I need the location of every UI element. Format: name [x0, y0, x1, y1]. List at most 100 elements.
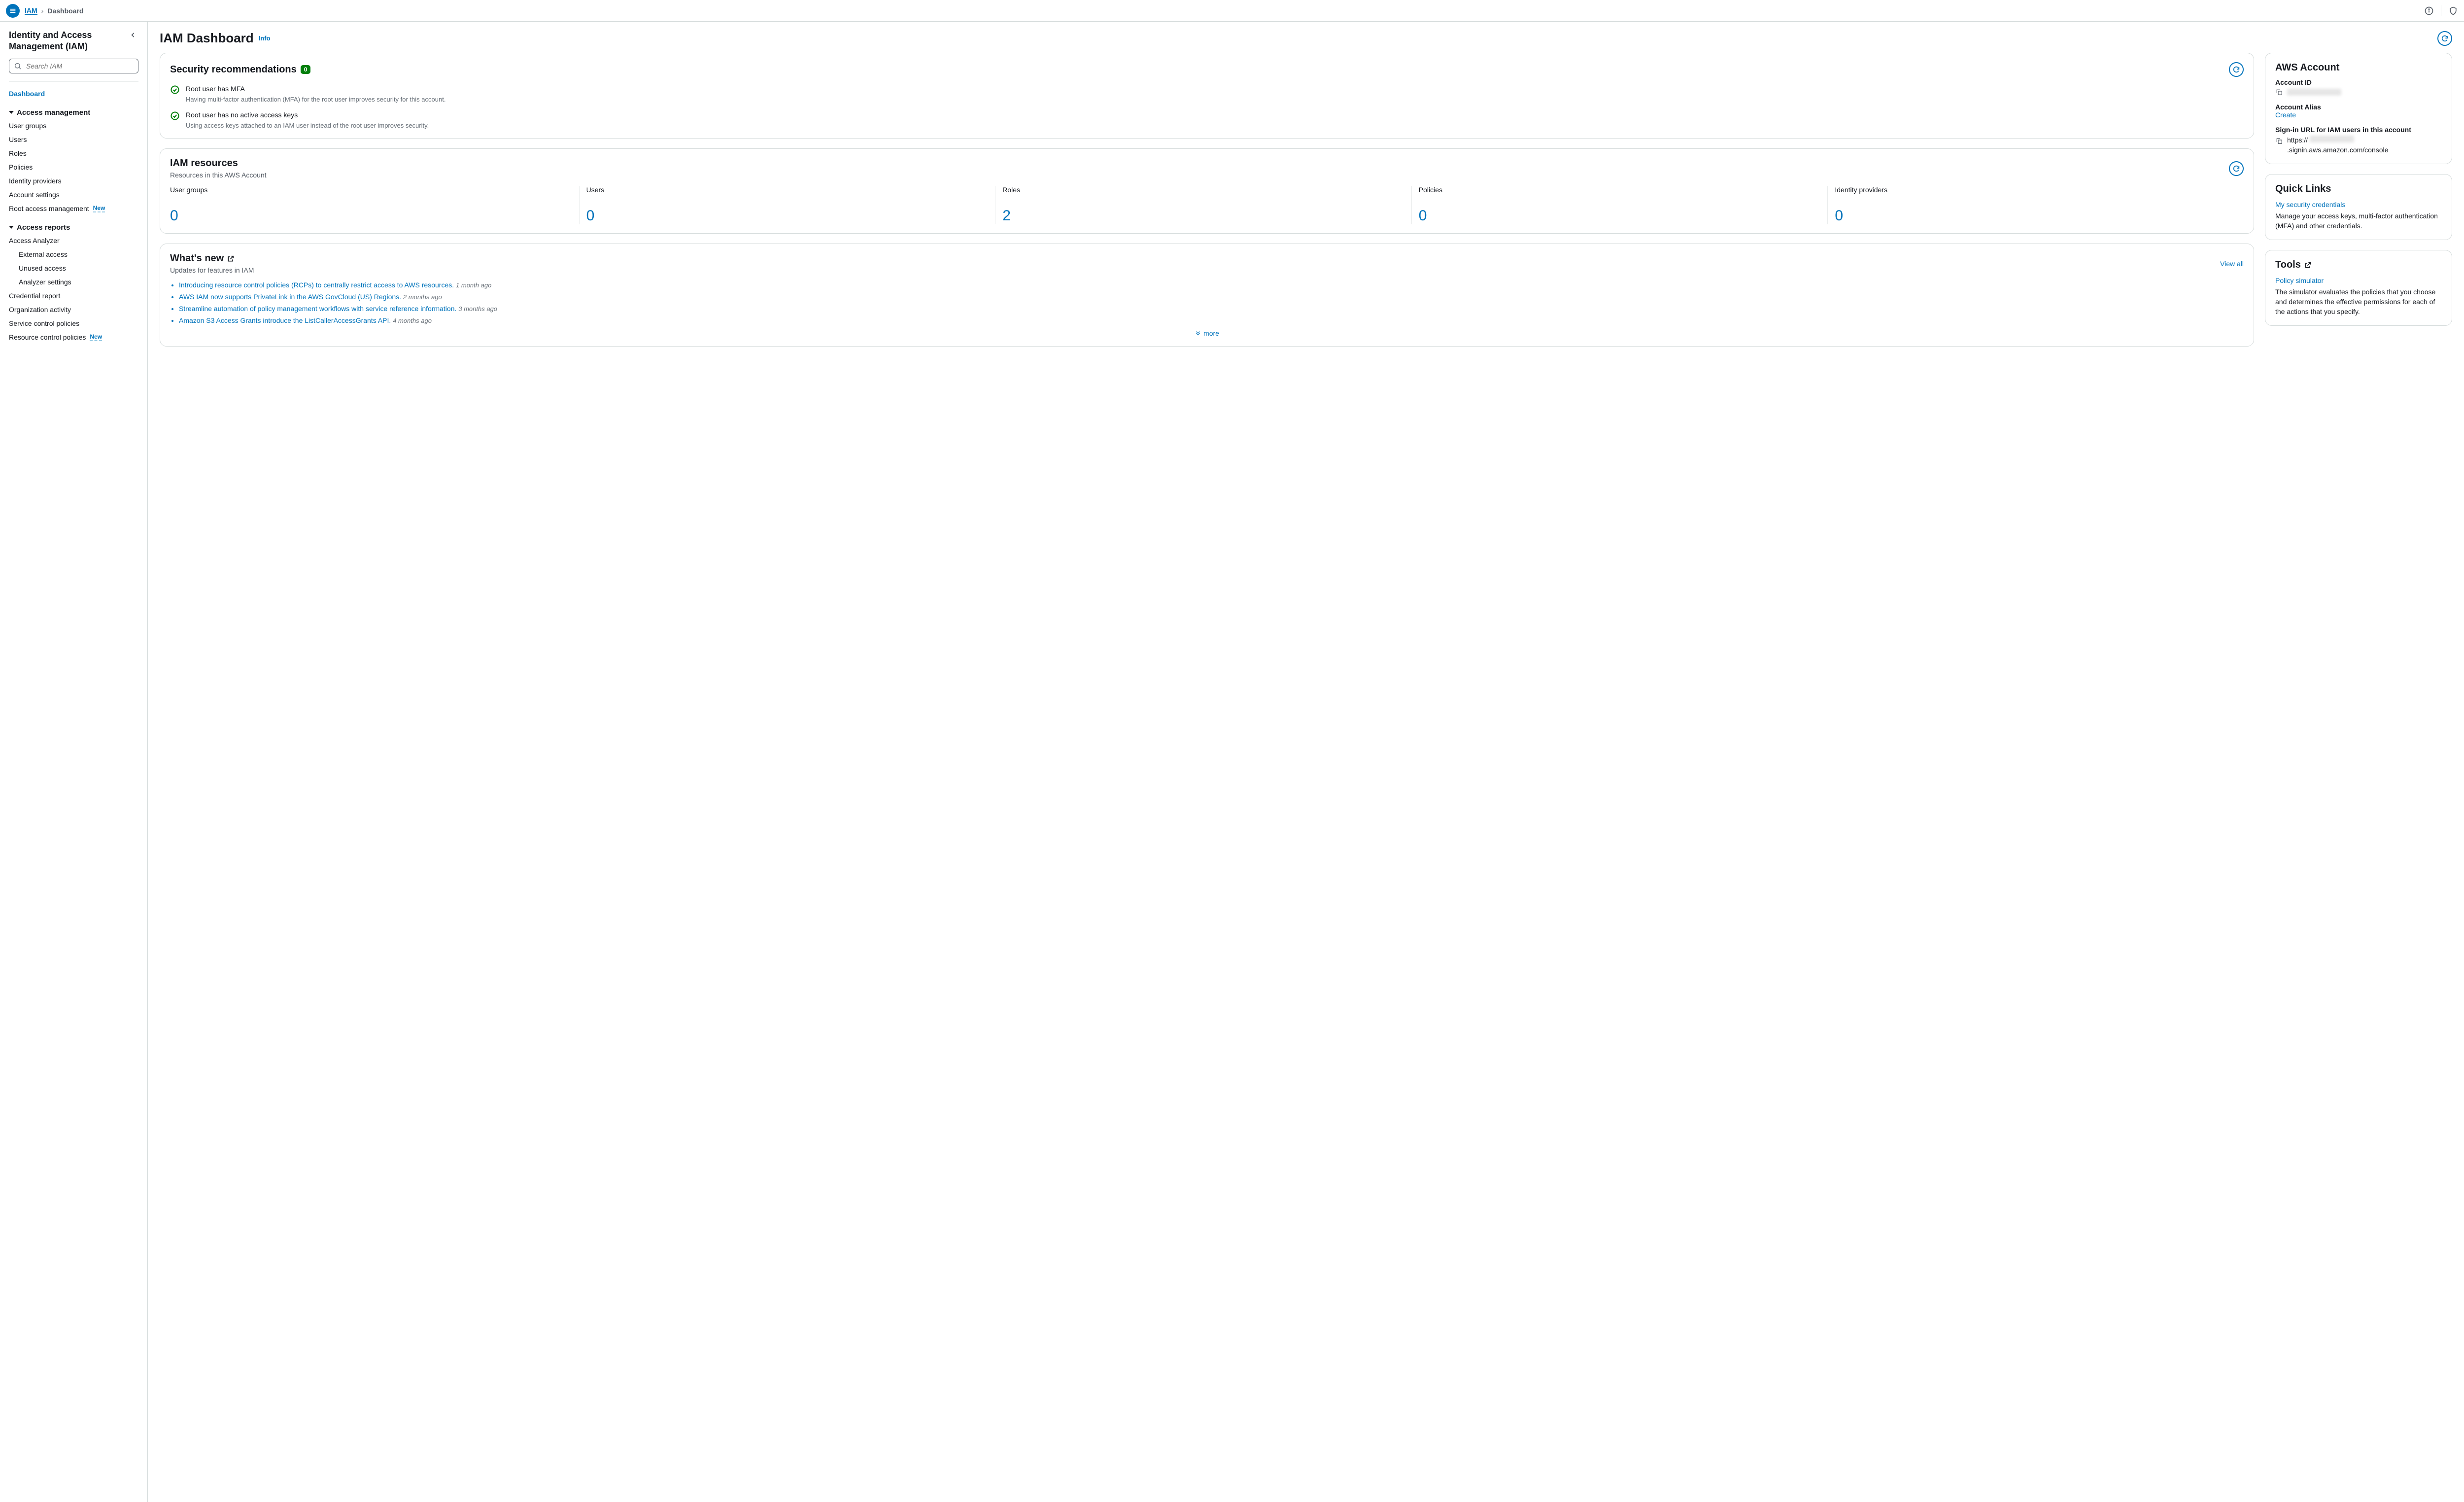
aws-account-card: AWS Account Account ID Account Alias Cre…: [2265, 53, 2452, 164]
whats-new-link[interactable]: AWS IAM now supports PrivateLink in the …: [179, 293, 401, 301]
whats-new-ago: 3 months ago: [458, 305, 497, 313]
resource-users: Users 0: [579, 186, 995, 224]
breadcrumb-current: Dashboard: [47, 7, 83, 15]
recommendation-item: Root user has MFA Having multi-factor au…: [170, 85, 2244, 103]
chevron-left-icon: [130, 32, 137, 38]
nav-access-analyzer[interactable]: Access Analyzer: [9, 234, 138, 247]
tools-description: The simulator evaluates the policies tha…: [2275, 287, 2442, 316]
caret-down-icon: [9, 226, 14, 229]
shield-icon[interactable]: [2448, 6, 2458, 16]
resource-value[interactable]: 2: [1002, 208, 1404, 224]
resource-label: User groups: [170, 186, 572, 203]
nav-roles[interactable]: Roles: [9, 146, 138, 160]
resource-value[interactable]: 0: [170, 208, 572, 224]
breadcrumb-root[interactable]: IAM: [25, 6, 37, 15]
resource-label: Policies: [1419, 186, 1821, 203]
recommendation-title: Root user has no active access keys: [186, 111, 429, 119]
recommendation-count-badge: 0: [301, 65, 311, 74]
nav-policies[interactable]: Policies: [9, 160, 138, 174]
nav-section-access-reports[interactable]: Access reports: [9, 221, 138, 234]
card-title: Tools: [2275, 259, 2442, 271]
refresh-page-button[interactable]: [2437, 31, 2452, 46]
card-title: What's new: [170, 253, 254, 264]
signin-url-label: Sign-in URL for IAM users in this accoun…: [2275, 126, 2442, 134]
nav-section-label: Access management: [17, 108, 90, 117]
nav-dashboard[interactable]: Dashboard: [9, 87, 138, 101]
resource-value[interactable]: 0: [1835, 208, 2237, 224]
top-bar: IAM › Dashboard: [0, 0, 2464, 22]
collapse-sidebar-button[interactable]: [128, 30, 138, 42]
page-title: IAM Dashboard: [160, 31, 254, 46]
search-input[interactable]: [9, 59, 138, 73]
whats-new-link[interactable]: Introducing resource control policies (R…: [179, 281, 454, 289]
menu-icon: [9, 7, 17, 15]
new-badge: New: [90, 333, 102, 341]
account-id-label: Account ID: [2275, 78, 2442, 86]
nav-service-control-policies[interactable]: Service control policies: [9, 316, 138, 330]
resource-user-groups: User groups 0: [170, 186, 579, 224]
nav-root-access-management[interactable]: Root access management New: [9, 202, 138, 215]
more-link[interactable]: more: [170, 329, 2244, 337]
whats-new-item: Streamline automation of policy manageme…: [179, 305, 2244, 313]
security-recommendations-card: Security recommendations 0 Root user has…: [160, 53, 2254, 139]
nav-analyzer-settings[interactable]: Analyzer settings: [9, 275, 138, 289]
account-id-value-redacted: [2287, 89, 2341, 96]
divider: [9, 81, 138, 82]
external-link-icon: [227, 255, 235, 263]
nav-users[interactable]: Users: [9, 133, 138, 146]
recommendation-item: Root user has no active access keys Usin…: [170, 111, 2244, 129]
quick-links-description: Manage your access keys, multi-factor au…: [2275, 211, 2442, 231]
signin-url-value: https:// .signin.aws.amazon.com/console: [2287, 136, 2442, 155]
nav-item-label: Resource control policies: [9, 333, 86, 341]
info-icon[interactable]: [2424, 6, 2434, 16]
card-title: Security recommendations: [170, 64, 297, 75]
whats-new-item: Introducing resource control policies (R…: [179, 281, 2244, 289]
info-link[interactable]: Info: [259, 35, 271, 42]
resource-identity-providers: Identity providers 0: [1827, 186, 2244, 224]
whats-new-link[interactable]: Amazon S3 Access Grants introduce the Li…: [179, 316, 391, 324]
copy-icon[interactable]: [2275, 137, 2283, 145]
nav-identity-providers[interactable]: Identity providers: [9, 174, 138, 188]
resource-label: Roles: [1002, 186, 1404, 203]
signin-url-suffix: .signin.aws.amazon.com/console: [2287, 146, 2388, 154]
tools-card: Tools Policy simulator The simulator eva…: [2265, 250, 2452, 326]
nav-section-access-management[interactable]: Access management: [9, 106, 138, 119]
account-alias-label: Account Alias: [2275, 103, 2442, 111]
refresh-security-button[interactable]: [2229, 62, 2244, 77]
copy-icon[interactable]: [2275, 88, 2283, 96]
signin-url-redacted: [2310, 136, 2354, 142]
sidebar-title: Identity and Access Management (IAM): [9, 30, 128, 53]
create-alias-link[interactable]: Create: [2275, 111, 2442, 119]
card-title: IAM resources: [170, 158, 267, 169]
page-header: IAM Dashboard Info: [160, 31, 2452, 46]
whats-new-link[interactable]: Streamline automation of policy manageme…: [179, 305, 456, 313]
nav-unused-access[interactable]: Unused access: [9, 261, 138, 275]
resource-roles: Roles 2: [995, 186, 1411, 224]
resource-value[interactable]: 0: [1419, 208, 1821, 224]
nav-credential-report[interactable]: Credential report: [9, 289, 138, 303]
resource-label: Users: [586, 186, 989, 203]
nav-external-access[interactable]: External access: [9, 247, 138, 261]
card-subtitle: Updates for features in IAM: [170, 266, 254, 274]
security-credentials-link[interactable]: My security credentials: [2275, 201, 2442, 209]
resource-value[interactable]: 0: [586, 208, 989, 224]
menu-button[interactable]: [6, 4, 20, 18]
iam-resources-card: IAM resources Resources in this AWS Acco…: [160, 148, 2254, 234]
refresh-resources-button[interactable]: [2229, 161, 2244, 176]
signin-url-prefix: https://: [2287, 136, 2308, 144]
recommendation-title: Root user has MFA: [186, 85, 445, 93]
main-content: IAM Dashboard Info Security recommendati…: [148, 22, 2464, 1502]
nav-organization-activity[interactable]: Organization activity: [9, 303, 138, 316]
quick-links-card: Quick Links My security credentials Mana…: [2265, 174, 2452, 240]
refresh-icon: [2232, 66, 2240, 73]
recommendation-description: Having multi-factor authentication (MFA)…: [186, 96, 445, 103]
recommendation-description: Using access keys attached to an IAM use…: [186, 122, 429, 129]
nav-account-settings[interactable]: Account settings: [9, 188, 138, 202]
policy-simulator-link[interactable]: Policy simulator: [2275, 277, 2442, 284]
view-all-link[interactable]: View all: [2220, 260, 2244, 268]
nav-user-groups[interactable]: User groups: [9, 119, 138, 133]
breadcrumb: IAM › Dashboard: [25, 6, 83, 15]
card-title: AWS Account: [2275, 62, 2442, 73]
sidebar: Identity and Access Management (IAM) Das…: [0, 22, 148, 1502]
nav-resource-control-policies[interactable]: Resource control policies New: [9, 330, 138, 344]
